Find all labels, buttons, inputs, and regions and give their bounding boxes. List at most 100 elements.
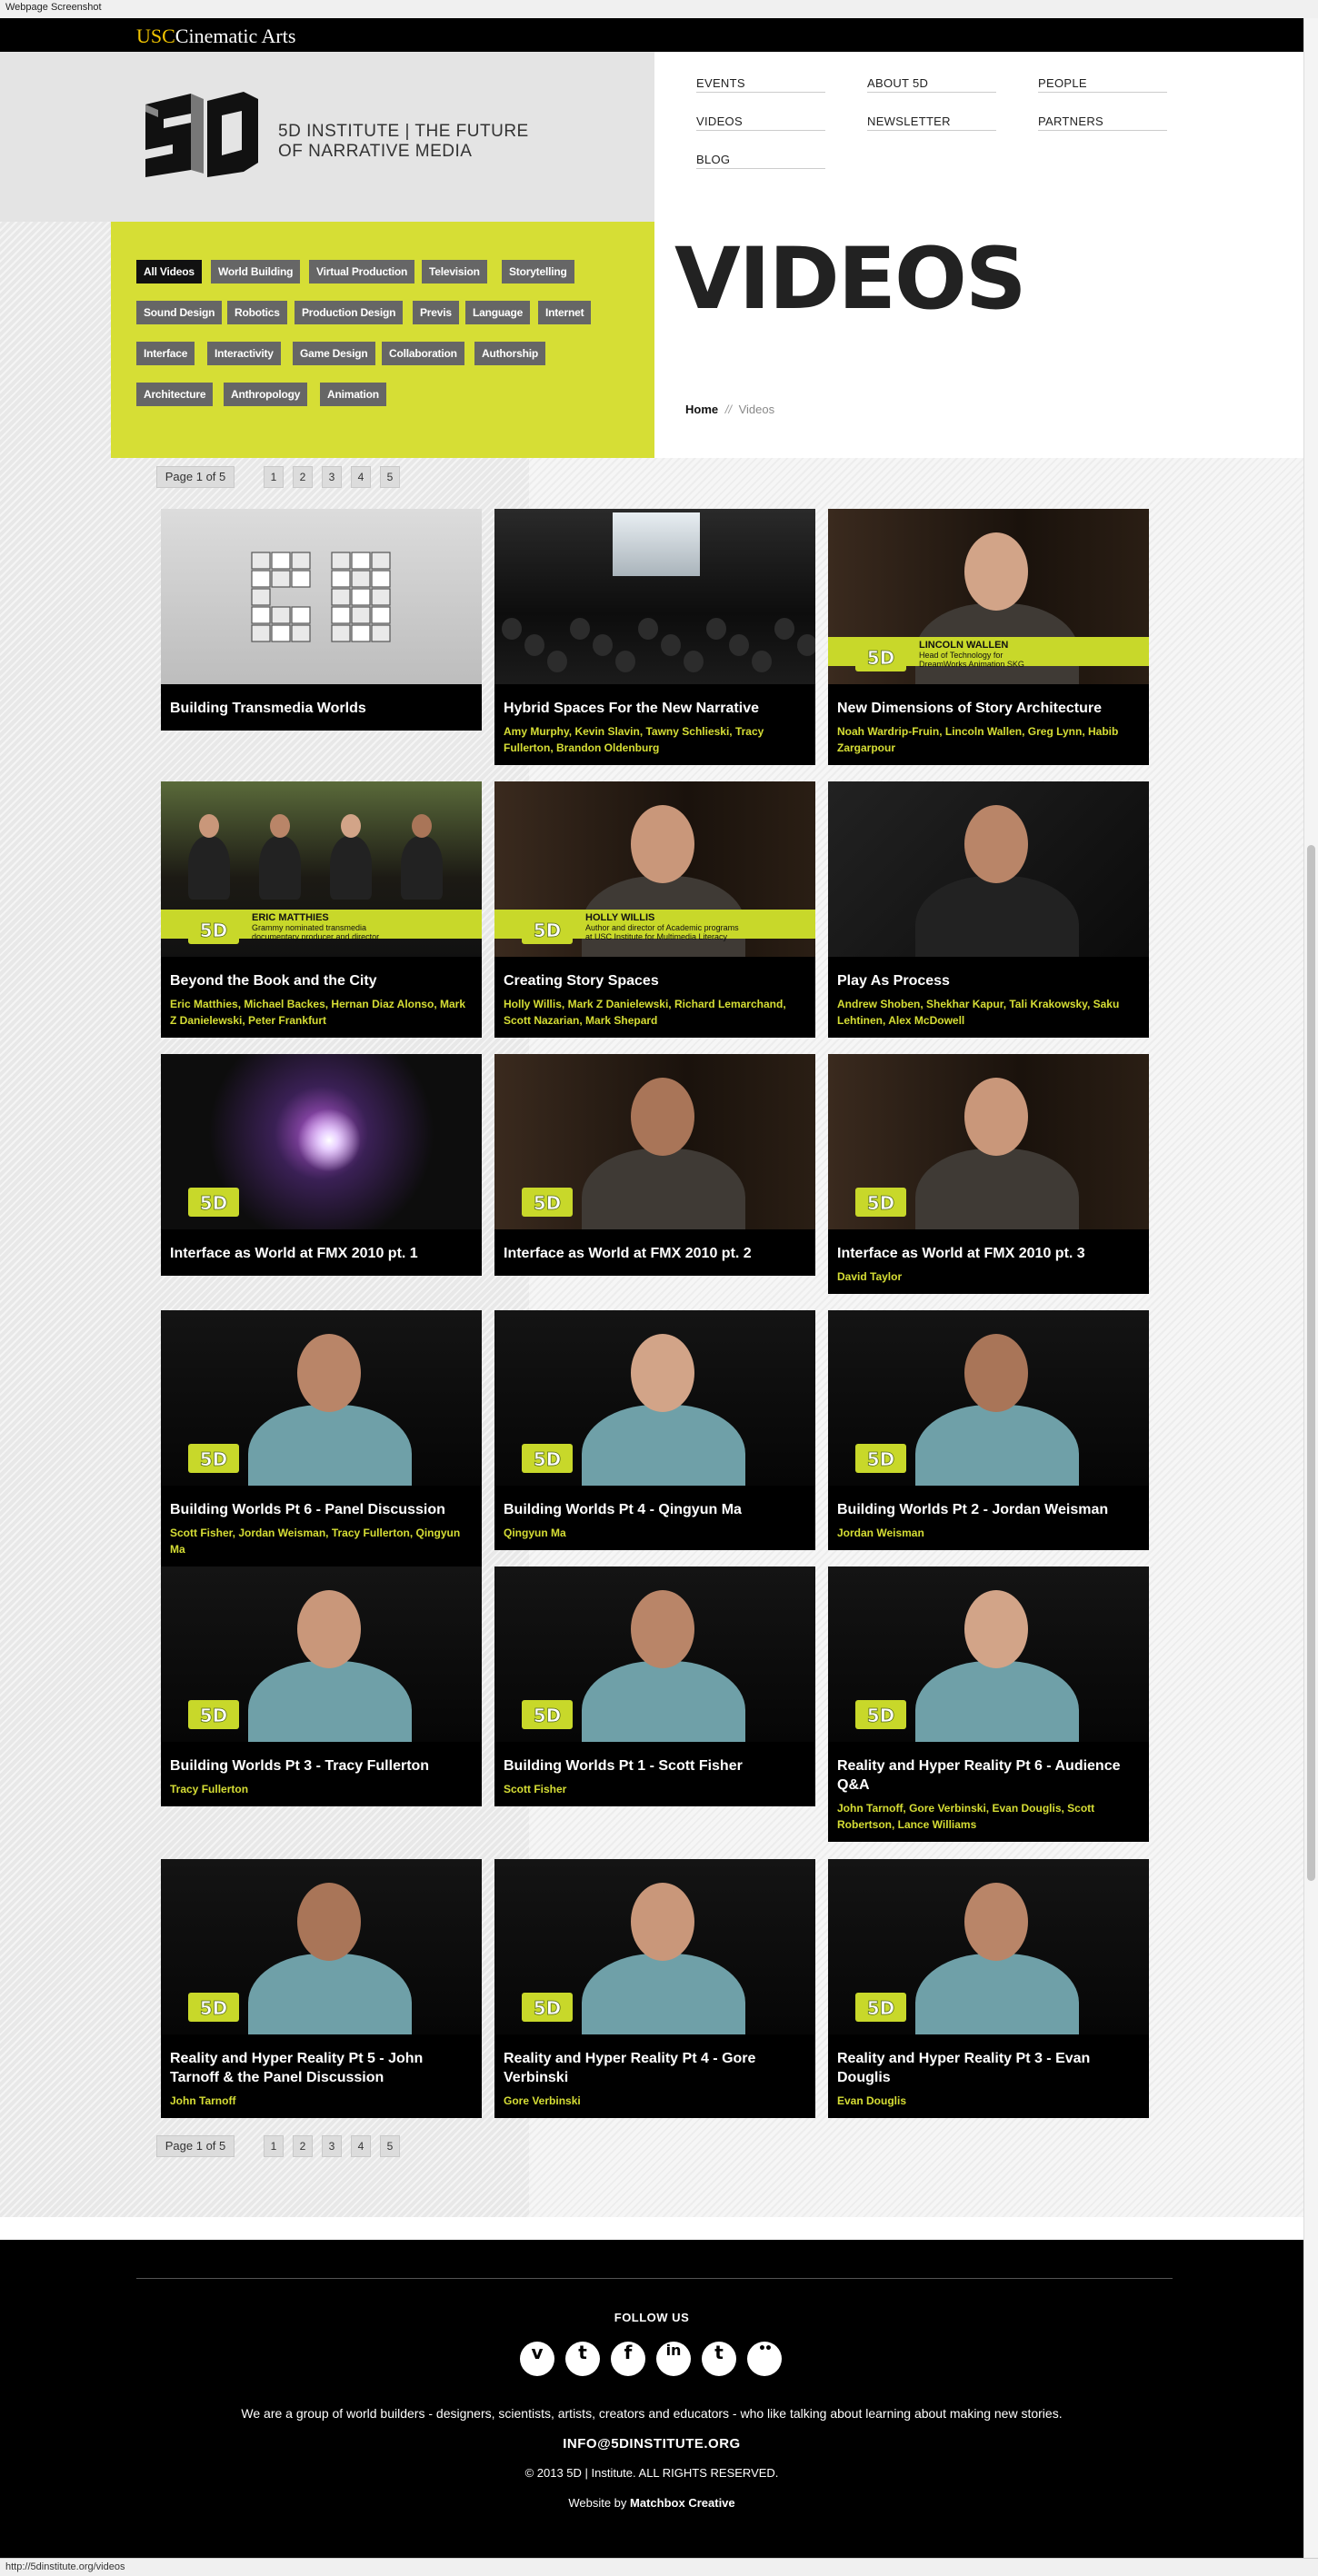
- twitter-icon[interactable]: t: [565, 2342, 600, 2376]
- video-card[interactable]: 5D Interface as World at FMX 2010 pt. 2: [494, 1054, 815, 1276]
- video-card[interactable]: Building Transmedia Worlds: [161, 509, 482, 731]
- video-card[interactable]: 5D Reality and Hyper Reality Pt 5 - John …: [161, 1859, 482, 2118]
- video-card[interactable]: 5D Interface as World at FMX 2010 pt. 3 Da…: [828, 1054, 1149, 1294]
- video-card[interactable]: 5D Reality and Hyper Reality Pt 4 - Gore …: [494, 1859, 815, 2118]
- video-thumbnail[interactable]: 5D: [828, 1566, 1149, 1742]
- video-thumbnail[interactable]: 5D: [828, 1310, 1149, 1486]
- video-card[interactable]: ERIC MATTHIES Grammy nominated transmedia…: [161, 781, 482, 1038]
- video-card[interactable]: 5D Building Worlds Pt 1 - Scott Fisher Sco…: [494, 1566, 815, 1806]
- 5d-logo-icon[interactable]: [136, 86, 264, 184]
- video-thumbnail[interactable]: 5D: [494, 1566, 815, 1742]
- tumblr-icon[interactable]: t: [702, 2342, 736, 2376]
- filter-tag-game-design[interactable]: Game Design: [293, 342, 375, 365]
- page-link-3[interactable]: 3: [322, 466, 342, 488]
- video-thumbnail[interactable]: 5D: [161, 1859, 482, 2034]
- video-card[interactable]: 5D Reality and Hyper Reality Pt 3 - Evan …: [828, 1859, 1149, 2118]
- video-card[interactable]: 5D Building Worlds Pt 2 - Jordan Weisman J…: [828, 1310, 1149, 1550]
- filter-tag-all-videos[interactable]: All Videos: [136, 260, 202, 283]
- scrollbar-thumb[interactable]: [1307, 845, 1315, 1881]
- video-title[interactable]: Beyond the Book and the City: [161, 957, 482, 990]
- credit-link[interactable]: Matchbox Creative: [630, 2496, 735, 2510]
- page-link-4[interactable]: 4: [351, 466, 371, 488]
- filter-tag-storytelling[interactable]: Storytelling: [502, 260, 574, 283]
- video-thumbnail[interactable]: 5D: [494, 1859, 815, 2034]
- page-link-2[interactable]: 2: [293, 2135, 313, 2157]
- video-thumbnail[interactable]: [828, 781, 1149, 957]
- video-title[interactable]: Hybrid Spaces For the New Narrative: [494, 684, 815, 718]
- filter-tag-robotics[interactable]: Robotics: [227, 301, 287, 324]
- nav-events[interactable]: EVENTS: [696, 65, 825, 93]
- video-card[interactable]: LINCOLN WALLEN Head of Technology for Drea…: [828, 509, 1149, 765]
- video-title[interactable]: Reality and Hyper Reality Pt 6 - Audienc…: [828, 1742, 1149, 1795]
- video-card[interactable]: HOLLY WILLIS Author and director of Acade…: [494, 781, 815, 1038]
- video-title[interactable]: Interface as World at FMX 2010 pt. 3: [828, 1229, 1149, 1263]
- video-thumbnail[interactable]: [161, 509, 482, 684]
- page-link-1[interactable]: 1: [264, 466, 284, 488]
- video-title[interactable]: Reality and Hyper Reality Pt 5 - John Ta…: [161, 2034, 482, 2087]
- video-thumbnail[interactable]: HOLLY WILLIS Author and director of Acade…: [494, 781, 815, 957]
- video-card[interactable]: 5D Building Worlds Pt 4 - Qingyun Ma Qingy…: [494, 1310, 815, 1550]
- linkedin-icon[interactable]: in: [656, 2342, 691, 2376]
- filter-tag-collaboration[interactable]: Collaboration: [382, 342, 464, 365]
- filter-tag-architecture[interactable]: Architecture: [136, 383, 214, 406]
- contact-email-link[interactable]: INFO@5DINSTITUTE.ORG: [0, 2436, 1303, 2452]
- video-title[interactable]: Building Transmedia Worlds: [161, 684, 482, 718]
- video-title[interactable]: Interface as World at FMX 2010 pt. 2: [494, 1229, 815, 1263]
- video-card[interactable]: 5D Interface as World at FMX 2010 pt. 1: [161, 1054, 482, 1276]
- filter-tag-production-design[interactable]: Production Design: [295, 301, 404, 324]
- filter-tag-sound-design[interactable]: Sound Design: [136, 301, 223, 324]
- page-link-1[interactable]: 1: [264, 2135, 284, 2157]
- usc-cinematic-arts-logo[interactable]: USCCinematic Arts: [136, 25, 295, 48]
- brand-name[interactable]: 5D INSTITUTE | THE FUTURE OF NARRATIVE M…: [278, 122, 529, 162]
- video-title[interactable]: Building Worlds Pt 4 - Qingyun Ma: [494, 1486, 815, 1519]
- video-title[interactable]: Building Worlds Pt 1 - Scott Fisher: [494, 1742, 815, 1775]
- video-title[interactable]: Reality and Hyper Reality Pt 4 - Gore Ve…: [494, 2034, 815, 2087]
- filter-tag-anthropology[interactable]: Anthropology: [224, 383, 308, 406]
- filter-tag-interface[interactable]: Interface: [136, 342, 195, 365]
- filter-tag-internet[interactable]: Internet: [538, 301, 592, 324]
- filter-tag-previs[interactable]: Previs: [413, 301, 459, 324]
- flickr-icon[interactable]: ••: [747, 2342, 782, 2376]
- video-title[interactable]: Building Worlds Pt 3 - Tracy Fullerton: [161, 1742, 482, 1775]
- video-thumbnail[interactable]: 5D: [828, 1859, 1149, 2034]
- video-thumbnail[interactable]: 5D: [161, 1310, 482, 1486]
- video-title[interactable]: New Dimensions of Story Architecture: [828, 684, 1149, 718]
- page-link-5[interactable]: 5: [380, 466, 400, 488]
- video-title[interactable]: Building Worlds Pt 6 - Panel Discussion: [161, 1486, 482, 1519]
- breadcrumb-home[interactable]: Home: [685, 403, 718, 416]
- filter-tag-television[interactable]: Television: [422, 260, 487, 283]
- video-title[interactable]: Creating Story Spaces: [494, 957, 815, 990]
- filter-tag-virtual-production[interactable]: Virtual Production: [309, 260, 415, 283]
- filter-tag-animation[interactable]: Animation: [320, 383, 386, 406]
- vimeo-icon[interactable]: v: [520, 2342, 554, 2376]
- video-card[interactable]: Play As Process Andrew Shoben, Shekhar Ka…: [828, 781, 1149, 1038]
- video-thumbnail[interactable]: LINCOLN WALLEN Head of Technology for Drea…: [828, 509, 1149, 684]
- vertical-scrollbar[interactable]: [1303, 18, 1318, 2558]
- nav-about[interactable]: ABOUT 5D: [867, 65, 996, 93]
- nav-partners[interactable]: PARTNERS: [1038, 104, 1167, 131]
- video-title[interactable]: Building Worlds Pt 2 - Jordan Weisman: [828, 1486, 1149, 1519]
- video-card[interactable]: 5D Building Worlds Pt 6 - Panel Discussio…: [161, 1310, 482, 1566]
- filter-tag-authorship[interactable]: Authorship: [474, 342, 545, 365]
- video-card[interactable]: Hybrid Spaces For the New Narrative Amy M…: [494, 509, 815, 765]
- video-card[interactable]: 5D Reality and Hyper Reality Pt 6 - Audie…: [828, 1566, 1149, 1842]
- page-link-5[interactable]: 5: [380, 2135, 400, 2157]
- nav-blog[interactable]: BLOG: [696, 142, 825, 169]
- nav-newsletter[interactable]: NEWSLETTER: [867, 104, 996, 131]
- facebook-icon[interactable]: f: [611, 2342, 645, 2376]
- video-thumbnail[interactable]: [494, 509, 815, 684]
- page-link-4[interactable]: 4: [351, 2135, 371, 2157]
- nav-videos[interactable]: VIDEOS: [696, 104, 825, 131]
- video-thumbnail[interactable]: 5D: [494, 1054, 815, 1229]
- video-thumbnail[interactable]: 5D: [494, 1310, 815, 1486]
- video-thumbnail[interactable]: ERIC MATTHIES Grammy nominated transmedia…: [161, 781, 482, 957]
- page-link-3[interactable]: 3: [322, 2135, 342, 2157]
- video-title[interactable]: Play As Process: [828, 957, 1149, 990]
- video-title[interactable]: Interface as World at FMX 2010 pt. 1: [161, 1229, 482, 1263]
- video-thumbnail[interactable]: 5D: [828, 1054, 1149, 1229]
- nav-people[interactable]: PEOPLE: [1038, 65, 1167, 93]
- page-link-2[interactable]: 2: [293, 466, 313, 488]
- filter-tag-world-building[interactable]: World Building: [211, 260, 301, 283]
- filter-tag-interactivity[interactable]: Interactivity: [207, 342, 281, 365]
- video-card[interactable]: 5D Building Worlds Pt 3 - Tracy Fullerton…: [161, 1566, 482, 1806]
